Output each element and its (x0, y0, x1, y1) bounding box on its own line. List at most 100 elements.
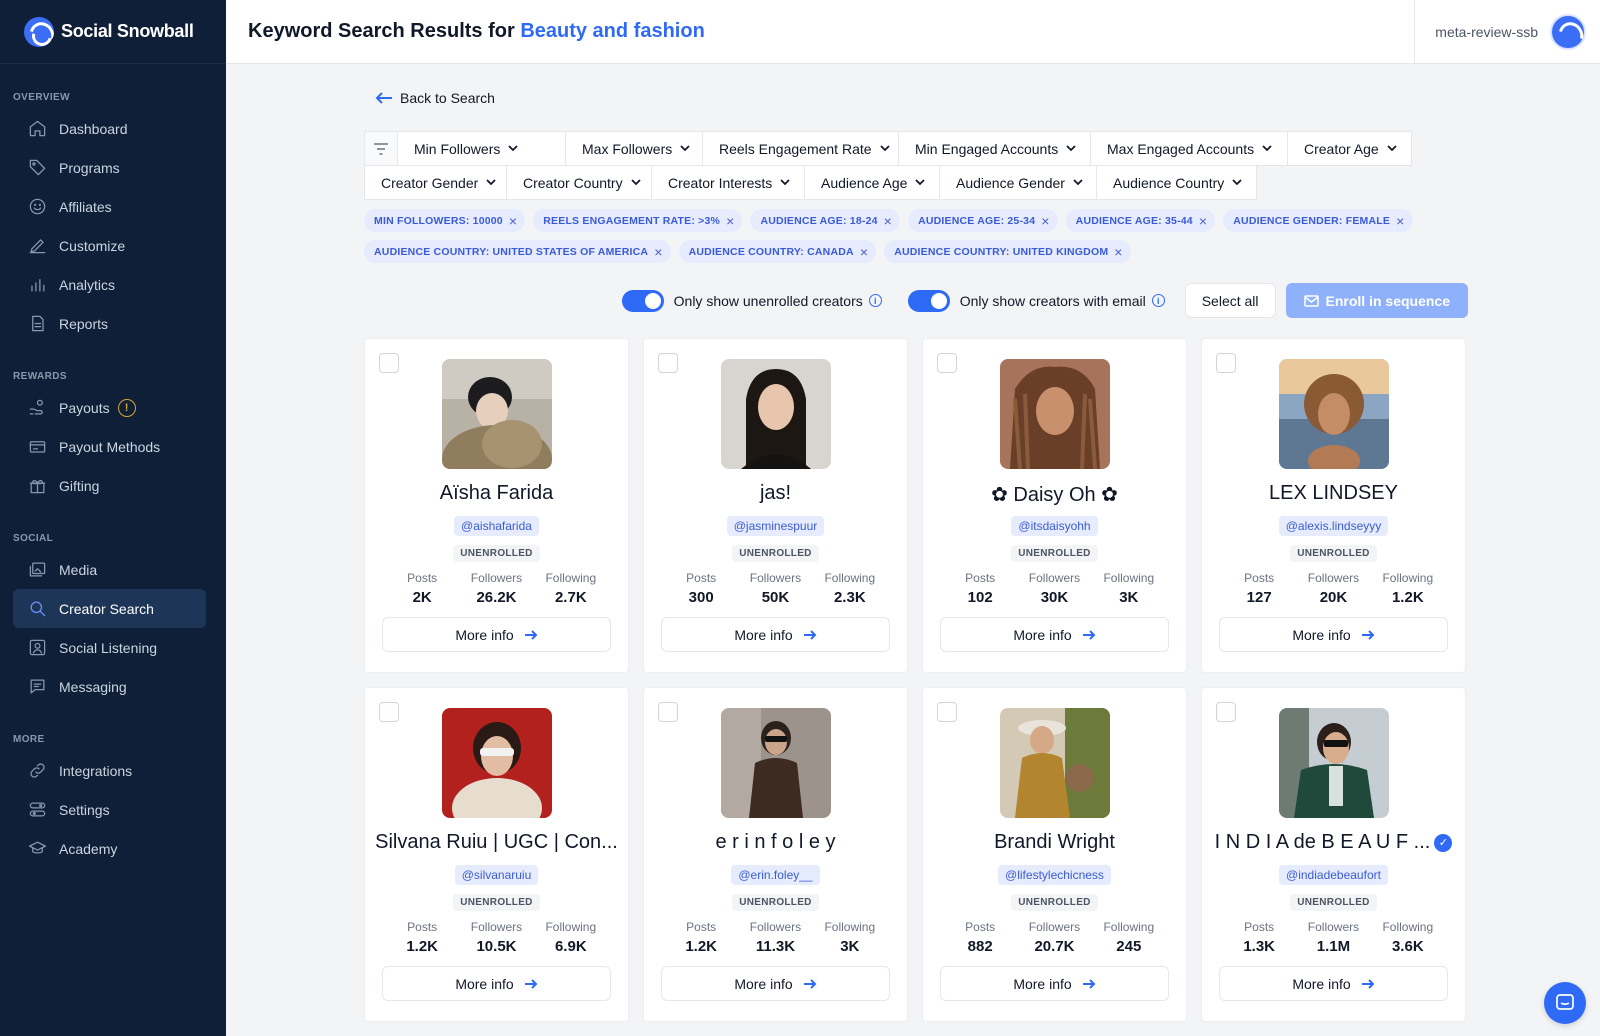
filter-max-followers[interactable]: Max Followers (565, 131, 703, 166)
unenrolled-toggle[interactable] (621, 289, 664, 312)
sidebar-item-customize[interactable]: Customize (13, 226, 206, 265)
info-icon[interactable]: i (868, 294, 882, 307)
remove-chip-icon[interactable]: × (884, 214, 892, 228)
sidebar-item-payout-methods[interactable]: Payout Methods (13, 427, 206, 466)
select-creator-checkbox[interactable] (379, 353, 399, 373)
following-value: 2.3K (833, 589, 866, 606)
filter-reels-engagement-rate[interactable]: Reels Engagement Rate (702, 131, 899, 166)
chip-label: AUDIENCE COUNTRY: CANADA (688, 245, 854, 258)
creator-name-text: Brandi Wright (994, 831, 1115, 853)
select-creator-checkbox[interactable] (658, 353, 678, 373)
creator-avatar[interactable] (1000, 359, 1110, 469)
sidebar-item-settings[interactable]: Settings (13, 790, 206, 829)
creator-handle[interactable]: @silvanaruiu (454, 865, 539, 885)
sidebar-item-media[interactable]: Media (13, 550, 206, 589)
smile-icon (27, 197, 47, 217)
creator-avatar[interactable] (721, 708, 831, 818)
sidebar-item-integrations[interactable]: Integrations (13, 751, 206, 790)
more-info-button[interactable]: More info (940, 966, 1169, 1001)
email-toggle[interactable] (907, 289, 950, 312)
sidebar-item-label: Payouts (59, 399, 110, 416)
filter-creator-interests[interactable]: Creator Interests (651, 165, 805, 200)
filter-audience-gender[interactable]: Audience Gender (939, 165, 1097, 200)
creator-handle[interactable]: @indiadebeaufort (1279, 865, 1388, 885)
creator-handle[interactable]: @alexis.lindseyyy (1278, 516, 1389, 536)
more-info-label: More info (1292, 626, 1351, 643)
sidebar-item-analytics[interactable]: Analytics (13, 265, 206, 304)
brand[interactable]: Social Snowball (0, 0, 226, 64)
following-label: Following (824, 571, 876, 585)
filter-label: Max Engaged Accounts (1107, 140, 1255, 157)
select-creator-checkbox[interactable] (658, 702, 678, 722)
sidebar-item-gifting[interactable]: Gifting (13, 466, 206, 505)
filter-creator-gender[interactable]: Creator Gender (364, 165, 507, 200)
info-icon[interactable]: i (1151, 294, 1165, 307)
account-menu[interactable]: meta-review-ssb (1414, 0, 1600, 64)
filter-max-engaged-accounts[interactable]: Max Engaged Accounts (1090, 131, 1288, 166)
select-all-button[interactable]: Select all (1184, 283, 1276, 318)
filter-min-engaged-accounts[interactable]: Min Engaged Accounts (898, 131, 1091, 166)
remove-chip-icon[interactable]: × (654, 245, 662, 259)
account-avatar[interactable] (1550, 14, 1586, 50)
remove-chip-icon[interactable]: × (1199, 214, 1207, 228)
followers-value: 20K (1319, 589, 1348, 606)
select-creator-checkbox[interactable] (937, 353, 957, 373)
more-info-button[interactable]: More info (1219, 966, 1448, 1001)
filter-creator-country[interactable]: Creator Country (506, 165, 652, 200)
select-creator-checkbox[interactable] (379, 702, 399, 722)
more-info-button[interactable]: More info (661, 617, 890, 652)
social-snowball-logo-icon (24, 16, 54, 47)
creator-avatar[interactable] (1279, 708, 1389, 818)
sidebar-item-affiliates[interactable]: Affiliates (13, 187, 206, 226)
graduation-cap-icon (27, 839, 47, 859)
select-creator-checkbox[interactable] (1216, 353, 1236, 373)
creator-avatar[interactable] (1279, 359, 1389, 469)
back-to-search-link[interactable]: Back to Search (374, 90, 495, 106)
select-creator-checkbox[interactable] (1216, 702, 1236, 722)
creator-avatar[interactable] (721, 359, 831, 469)
remove-chip-icon[interactable]: × (1041, 214, 1049, 228)
remove-chip-icon[interactable]: × (1396, 214, 1404, 228)
filter-audience-country[interactable]: Audience Country (1096, 165, 1257, 200)
creator-avatar[interactable] (1000, 708, 1110, 818)
filter-icon[interactable] (364, 131, 398, 166)
select-creator-checkbox[interactable] (937, 702, 957, 722)
creator-handle[interactable]: @jasminespuur (726, 516, 825, 536)
filter-audience-age[interactable]: Audience Age (804, 165, 940, 200)
sidebar-item-reports[interactable]: Reports (13, 304, 206, 343)
sidebar-item-creator-search[interactable]: Creator Search (13, 589, 206, 628)
creator-avatar[interactable] (442, 708, 552, 818)
creator-handle[interactable]: @aishafarida (454, 516, 539, 536)
followers-label: Followers (1028, 571, 1081, 585)
chat-support-icon[interactable] (1544, 982, 1586, 1024)
more-info-button[interactable]: More info (382, 966, 611, 1001)
sidebar-item-dashboard[interactable]: Dashboard (13, 109, 206, 148)
remove-chip-icon[interactable]: × (509, 214, 517, 228)
followers-value: 50K (761, 589, 790, 606)
creator-handle[interactable]: @erin.foley__ (731, 865, 820, 885)
more-info-button[interactable]: More info (661, 966, 890, 1001)
chevron-down-icon (915, 179, 926, 186)
remove-chip-icon[interactable]: × (726, 214, 734, 228)
sidebar-item-academy[interactable]: Academy (13, 829, 206, 868)
creator-handle[interactable]: @itsdaisyohh (1011, 516, 1098, 536)
sidebar-item-programs[interactable]: Programs (13, 148, 206, 187)
creator-handle[interactable]: @lifestylechicness (998, 865, 1111, 885)
more-info-button[interactable]: More info (1219, 617, 1448, 652)
sidebar-item-label: Affiliates (59, 198, 112, 215)
filter-creator-age[interactable]: Creator Age (1287, 131, 1412, 166)
sidebar-item-label: Dashboard (59, 120, 128, 137)
remove-chip-icon[interactable]: × (1114, 245, 1122, 259)
sidebar-item-messaging[interactable]: Messaging (13, 667, 206, 706)
posts-value: 1.2K (406, 938, 438, 955)
credit-card-icon (27, 437, 47, 457)
more-info-button[interactable]: More info (382, 617, 611, 652)
remove-chip-icon[interactable]: × (860, 245, 868, 259)
status-badge: UNENROLLED (1011, 894, 1098, 911)
enroll-in-sequence-button[interactable]: Enroll in sequence (1285, 283, 1468, 318)
filter-min-followers[interactable]: Min Followers (397, 131, 566, 166)
sidebar-item-payouts[interactable]: Payouts ! (13, 388, 206, 427)
sidebar-item-social-listening[interactable]: Social Listening (13, 628, 206, 667)
more-info-button[interactable]: More info (940, 617, 1169, 652)
creator-avatar[interactable] (442, 359, 552, 469)
